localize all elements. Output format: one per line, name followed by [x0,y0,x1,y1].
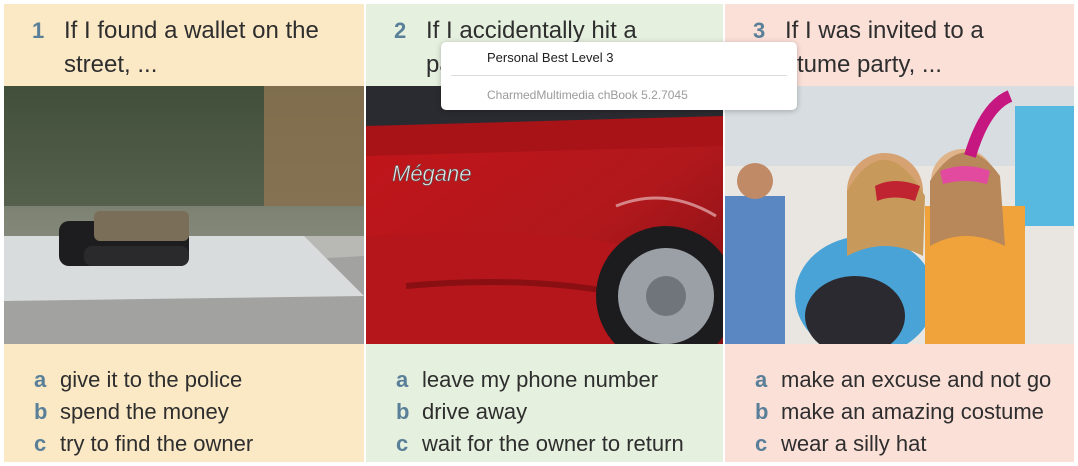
answer-text: give it to the police [60,367,243,392]
question-line-1: If I was invited to a [785,17,984,44]
answer-letter: a [396,367,409,392]
answer-text: spend the money [60,399,229,424]
question-line-2: stume party, ... [785,51,942,78]
answer-text: wear a silly hat [781,431,927,456]
question-number: 1 [32,18,45,43]
question-line-1: If I found a wallet on the [64,17,319,44]
answer-option[interactable]: c wait for the owner to return [396,428,717,460]
red-car-photo: Mégane [366,86,723,344]
answer-letter: a [755,367,768,392]
answer-option[interactable]: b make an amazing costume [755,396,1068,428]
answers-2: a leave my phone number b drive away c w… [396,364,717,460]
answer-letter: b [34,399,48,424]
answer-letter: c [396,431,409,456]
answers-1: a give it to the police b spend the mone… [34,364,358,460]
answer-letter: b [755,399,769,424]
popup-title: Personal Best Level 3 [487,50,614,65]
answers-3: a make an excuse and not go b make an am… [755,364,1068,460]
answer-option[interactable]: c try to find the owner [34,428,358,460]
question-line-2: street, ... [64,51,158,78]
answer-letter: b [396,399,410,424]
answer-letter: c [755,431,768,456]
answer-letter: a [34,367,47,392]
answer-text: wait for the owner to return [422,431,684,456]
answer-text: leave my phone number [422,367,659,392]
wallet-photo [4,86,364,344]
answer-text: make an excuse and not go [781,367,1052,392]
answer-option[interactable]: a give it to the police [34,364,358,396]
answer-text: drive away [422,399,528,424]
answer-option[interactable]: c wear a silly hat [755,428,1068,460]
answer-text: try to find the owner [60,431,254,456]
panel-1: 1 If I found a wallet on the street, ... [4,4,364,462]
answer-option[interactable]: b spend the money [34,396,358,428]
costume-party-photo [725,86,1074,344]
question-1: 1 If I found a wallet on the street, ... [4,4,364,84]
answer-letter: c [34,431,47,456]
popup-version: CharmedMultimedia chBook 5.2.7045 [487,88,688,102]
answer-option[interactable]: a leave my phone number [396,364,717,396]
app-info-popup[interactable]: Personal Best Level 3 CharmedMultimedia … [441,42,797,110]
answer-text: make an amazing costume [781,399,1044,424]
question-number: 2 [394,18,407,43]
popup-divider [451,75,787,76]
car-badge: Mégane [392,161,472,186]
answer-option[interactable]: a make an excuse and not go [755,364,1068,396]
answer-option[interactable]: b drive away [396,396,717,428]
